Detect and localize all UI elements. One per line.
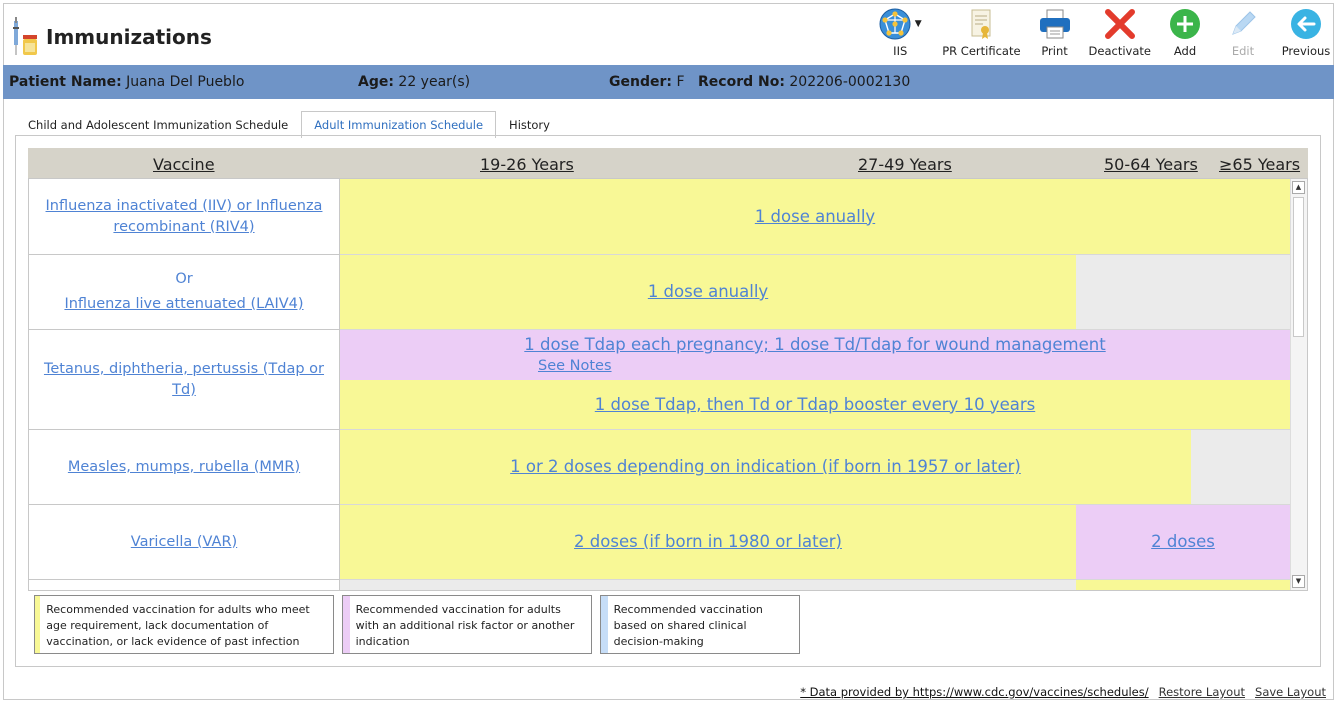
toolbar: ▼ IIS PR Certificate Print Deactivate Ad…	[863, 8, 1340, 62]
schedule-grid: Influenza inactivated (IIV) or Influenza…	[28, 178, 1308, 591]
header-50-64-years[interactable]: 50-64 Years	[1104, 155, 1198, 174]
scroll-up-arrow-icon[interactable]: ▲	[1292, 181, 1305, 194]
deactivate-x-icon	[1104, 9, 1135, 39]
deactivate-label: Deactivate	[1088, 44, 1151, 58]
pr-certificate-button[interactable]: PR Certificate	[937, 8, 1025, 62]
vaccine-link[interactable]: Influenza inactivated (IIV) or Influenza…	[35, 196, 333, 238]
scroll-thumb[interactable]	[1293, 197, 1304, 337]
schedule-bar[interactable]: 2 doses	[1076, 505, 1290, 580]
legend-text: Recommended vaccination for adults with …	[355, 603, 575, 648]
add-plus-icon	[1170, 9, 1200, 39]
previous-label: Previous	[1281, 44, 1331, 58]
previous-arrow-icon	[1291, 9, 1321, 39]
previous-button[interactable]: Previous	[1272, 8, 1340, 62]
edit-pencil-icon	[1232, 11, 1256, 35]
iis-label: IIS	[893, 44, 908, 58]
not-recommended-cell	[1191, 430, 1290, 505]
legend-item-shared-decision: Recommended vaccination based on shared …	[600, 595, 800, 654]
or-text: Or	[175, 271, 193, 287]
vaccine-link[interactable]: Varicella (VAR)	[131, 532, 237, 553]
not-recommended-cell	[1076, 255, 1290, 330]
schedule-bar	[1076, 580, 1290, 590]
schedule-link[interactable]: 1 or 2 doses depending on indication (if…	[510, 456, 1021, 478]
restore-layout-link[interactable]: Restore Layout	[1159, 685, 1245, 699]
print-label: Print	[1041, 44, 1068, 58]
schedule-link[interactable]: 2 doses (if born in 1980 or later)	[574, 531, 842, 553]
schedule-link[interactable]: 1 dose Tdap each pregnancy; 1 dose Td/Td…	[524, 334, 1105, 356]
header-65-plus-years[interactable]: ≥65 Years	[1219, 155, 1300, 174]
header-vaccine[interactable]: Vaccine	[153, 155, 215, 174]
vaccine-influenza-laiv4[interactable]: Or Influenza live attenuated (LAIV4)	[29, 255, 340, 330]
schedule-bar-booster[interactable]: 1 dose Tdap, then Td or Tdap booster eve…	[340, 380, 1290, 430]
patient-age: Age: 22 year(s)	[358, 74, 471, 90]
add-button[interactable]: Add	[1156, 8, 1214, 62]
patient-name: Patient Name: Juana Del Pueblo	[9, 74, 245, 90]
patient-gender: Gender: F	[609, 74, 685, 90]
see-notes-link[interactable]: See Notes	[538, 356, 612, 376]
vaccine-next-row	[29, 580, 340, 590]
edit-button[interactable]: Edit	[1214, 8, 1272, 62]
schedule-bar[interactable]: 1 dose anually	[340, 255, 1076, 330]
patient-record-number: Record No: 202206-0002130	[698, 74, 911, 90]
pr-certificate-label: PR Certificate	[942, 44, 1021, 58]
legend-text: Recommended vaccination for adults who m…	[46, 603, 310, 648]
patient-info-bar: Patient Name: Juana Del Pueblo Age: 22 y…	[3, 65, 1334, 99]
footer: * Data provided by https://www.cdc.gov/v…	[790, 685, 1326, 699]
save-layout-link[interactable]: Save Layout	[1255, 685, 1326, 699]
schedule-bar[interactable]: 1 or 2 doses depending on indication (if…	[340, 430, 1191, 505]
chevron-down-icon[interactable]: ▼	[915, 19, 922, 29]
deactivate-button[interactable]: Deactivate	[1084, 8, 1156, 62]
schedule-link[interactable]: 1 dose Tdap, then Td or Tdap booster eve…	[595, 394, 1035, 416]
page-header: Immunizations	[10, 12, 212, 62]
schedule-link[interactable]: 1 dose anually	[648, 281, 768, 303]
iis-button[interactable]: ▼ IIS	[863, 8, 937, 62]
scroll-down-arrow-icon[interactable]: ▼	[1292, 575, 1305, 588]
vaccine-tdap-td[interactable]: Tetanus, diphtheria, pertussis (Tdap or …	[29, 330, 340, 430]
print-button[interactable]: Print	[1026, 8, 1084, 62]
globe-network-icon	[879, 8, 911, 40]
header-19-26-years[interactable]: 19-26 Years	[480, 155, 574, 174]
schedule-bar[interactable]: 2 doses (if born in 1980 or later)	[340, 505, 1076, 580]
vaccine-link[interactable]: Influenza live attenuated (LAIV4)	[64, 294, 303, 315]
legend-swatch-purple	[343, 596, 350, 653]
edit-label: Edit	[1231, 44, 1255, 58]
schedule-link[interactable]: 1 dose anually	[755, 206, 875, 228]
syringe-vial-icon	[13, 17, 37, 55]
grid-scrollbar[interactable]: ▲ ▼	[1290, 179, 1307, 590]
schedule-tabs: Child and Adolescent Immunization Schedu…	[15, 111, 563, 138]
legend-item-routine: Recommended vaccination for adults who m…	[34, 595, 334, 654]
schedule-bar[interactable]: 1 dose anually	[340, 179, 1290, 255]
tab-child-adolescent-schedule[interactable]: Child and Adolescent Immunization Schedu…	[15, 111, 301, 137]
vaccine-mmr[interactable]: Measles, mumps, rubella (MMR)	[29, 430, 340, 505]
schedule-grid-header: Vaccine 19-26 Years 27-49 Years 50-64 Ye…	[28, 148, 1308, 178]
page-title: Immunizations	[46, 25, 212, 49]
header-27-49-years[interactable]: 27-49 Years	[858, 155, 952, 174]
legend-swatch-blue	[601, 596, 608, 653]
vaccine-influenza-iiv-riv4[interactable]: Influenza inactivated (IIV) or Influenza…	[29, 179, 340, 255]
tab-history[interactable]: History	[496, 111, 563, 137]
schedule-link[interactable]: 2 doses	[1151, 531, 1215, 553]
vaccine-link[interactable]: Tetanus, diphtheria, pertussis (Tdap or …	[35, 359, 333, 401]
certificate-icon	[971, 9, 991, 39]
schedule-bar-pregnancy[interactable]: 1 dose Tdap each pregnancy; 1 dose Td/Td…	[340, 330, 1290, 380]
legend-text: Recommended vaccination based on shared …	[613, 603, 763, 648]
vaccine-varicella[interactable]: Varicella (VAR)	[29, 505, 340, 580]
vaccine-link[interactable]: Measles, mumps, rubella (MMR)	[68, 457, 300, 478]
add-label: Add	[1173, 44, 1197, 58]
not-recommended-cell	[340, 580, 1076, 590]
tab-adult-schedule[interactable]: Adult Immunization Schedule	[301, 111, 497, 138]
legend-item-risk-factor: Recommended vaccination for adults with …	[342, 595, 592, 654]
data-source-link[interactable]: * Data provided by https://www.cdc.gov/v…	[800, 685, 1148, 699]
printer-icon	[1039, 9, 1070, 39]
